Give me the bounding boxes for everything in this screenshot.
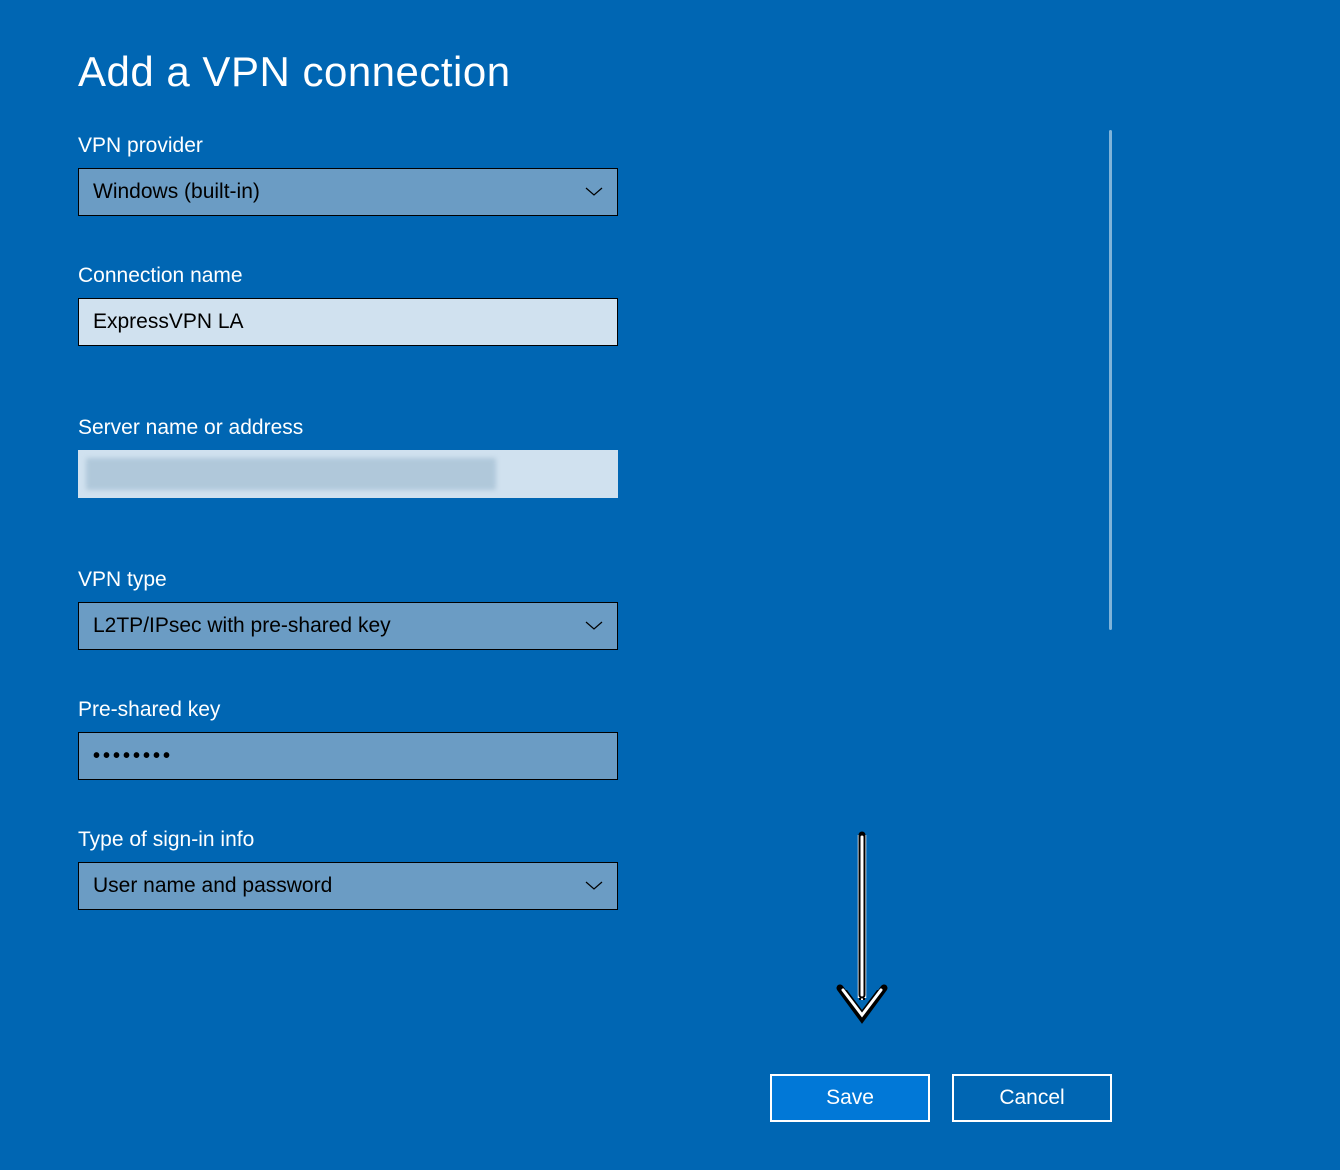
cancel-button[interactable]: Cancel: [952, 1074, 1112, 1122]
server-address-redacted: [86, 458, 496, 490]
preshared-key-label: Pre-shared key: [78, 698, 1262, 722]
vpn-type-value: L2TP/IPsec with pre-shared key: [93, 614, 391, 638]
preshared-key-group: Pre-shared key ••••••••: [78, 698, 1262, 780]
vpn-type-label: VPN type: [78, 568, 1262, 592]
vpn-provider-select[interactable]: Windows (built-in): [78, 168, 618, 216]
vpn-provider-group: VPN provider Windows (built-in): [78, 134, 1262, 216]
vpn-type-select[interactable]: L2TP/IPsec with pre-shared key: [78, 602, 618, 650]
page-title: Add a VPN connection: [78, 48, 1262, 96]
preshared-key-input[interactable]: ••••••••: [78, 732, 618, 780]
chevron-down-icon: [585, 621, 603, 631]
scrollbar[interactable]: [1109, 130, 1112, 630]
button-row: Save Cancel: [770, 1074, 1112, 1122]
connection-name-value: ExpressVPN LA: [93, 310, 244, 334]
chevron-down-icon: [585, 881, 603, 891]
signin-type-value: User name and password: [93, 874, 332, 898]
server-address-label: Server name or address: [78, 416, 1262, 440]
signin-type-label: Type of sign-in info: [78, 828, 1262, 852]
signin-type-select[interactable]: User name and password: [78, 862, 618, 910]
connection-name-group: Connection name ExpressVPN LA: [78, 264, 1262, 346]
chevron-down-icon: [585, 187, 603, 197]
server-address-input[interactable]: [78, 450, 618, 498]
vpn-settings-form: Add a VPN connection VPN provider Window…: [0, 0, 1340, 910]
vpn-provider-label: VPN provider: [78, 134, 1262, 158]
connection-name-input[interactable]: ExpressVPN LA: [78, 298, 618, 346]
signin-type-group: Type of sign-in info User name and passw…: [78, 828, 1262, 910]
server-address-group: Server name or address: [78, 416, 1262, 498]
preshared-key-value: ••••••••: [93, 745, 173, 768]
arrow-down-icon: [832, 830, 892, 1035]
vpn-provider-value: Windows (built-in): [93, 180, 260, 204]
connection-name-label: Connection name: [78, 264, 1262, 288]
vpn-type-group: VPN type L2TP/IPsec with pre-shared key: [78, 568, 1262, 650]
save-button[interactable]: Save: [770, 1074, 930, 1122]
